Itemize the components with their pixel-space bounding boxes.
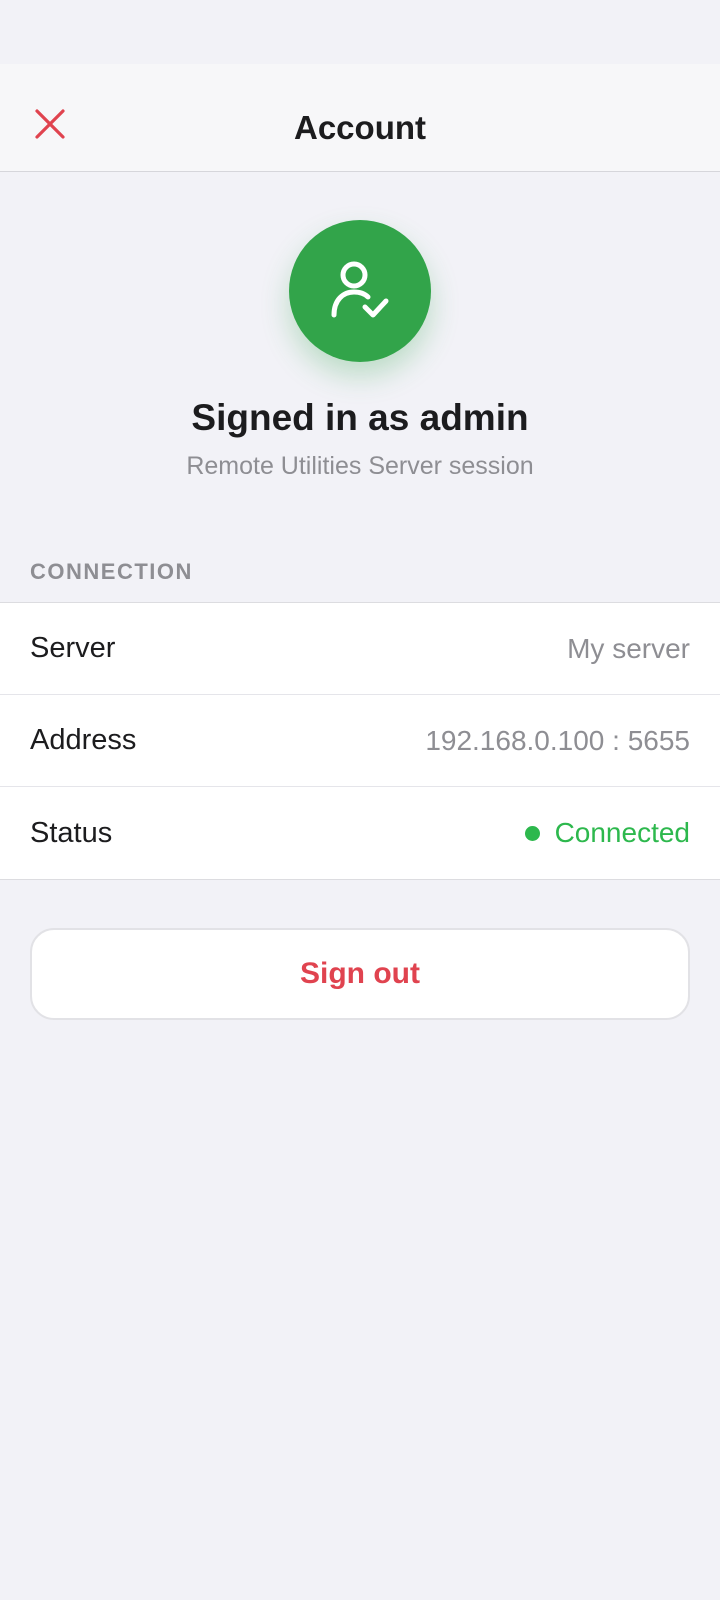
server-row: Server My server [0,603,720,695]
address-value: 192.168.0.100 : 5655 [425,724,690,756]
address-row: Address 192.168.0.100 : 5655 [0,695,720,787]
address-label: Address [30,724,137,756]
status-badge: Connected [524,817,690,849]
sign-out-button[interactable]: Sign out [30,928,690,1020]
avatar [289,220,431,362]
session-subtitle: Remote Utilities Server session [186,452,534,480]
user-check-icon [331,261,389,318]
profile-section: Signed in as admin Remote Utilities Serv… [0,172,720,482]
connection-section-header: CONNECTION [30,559,193,584]
navigation-bar: Account [0,64,720,172]
status-row: Status Connected [0,787,720,879]
page-title: Account [294,109,426,146]
status-label: Status [30,816,113,849]
connection-details-list: Server My server Address 192.168.0.100 :… [0,602,720,880]
status-value: Connected [554,817,690,848]
signed-in-title: Signed in as admin [191,397,529,438]
status-dot-icon [524,825,540,841]
status-bar [0,0,720,64]
server-value: My server [567,632,690,664]
server-label: Server [30,632,116,664]
